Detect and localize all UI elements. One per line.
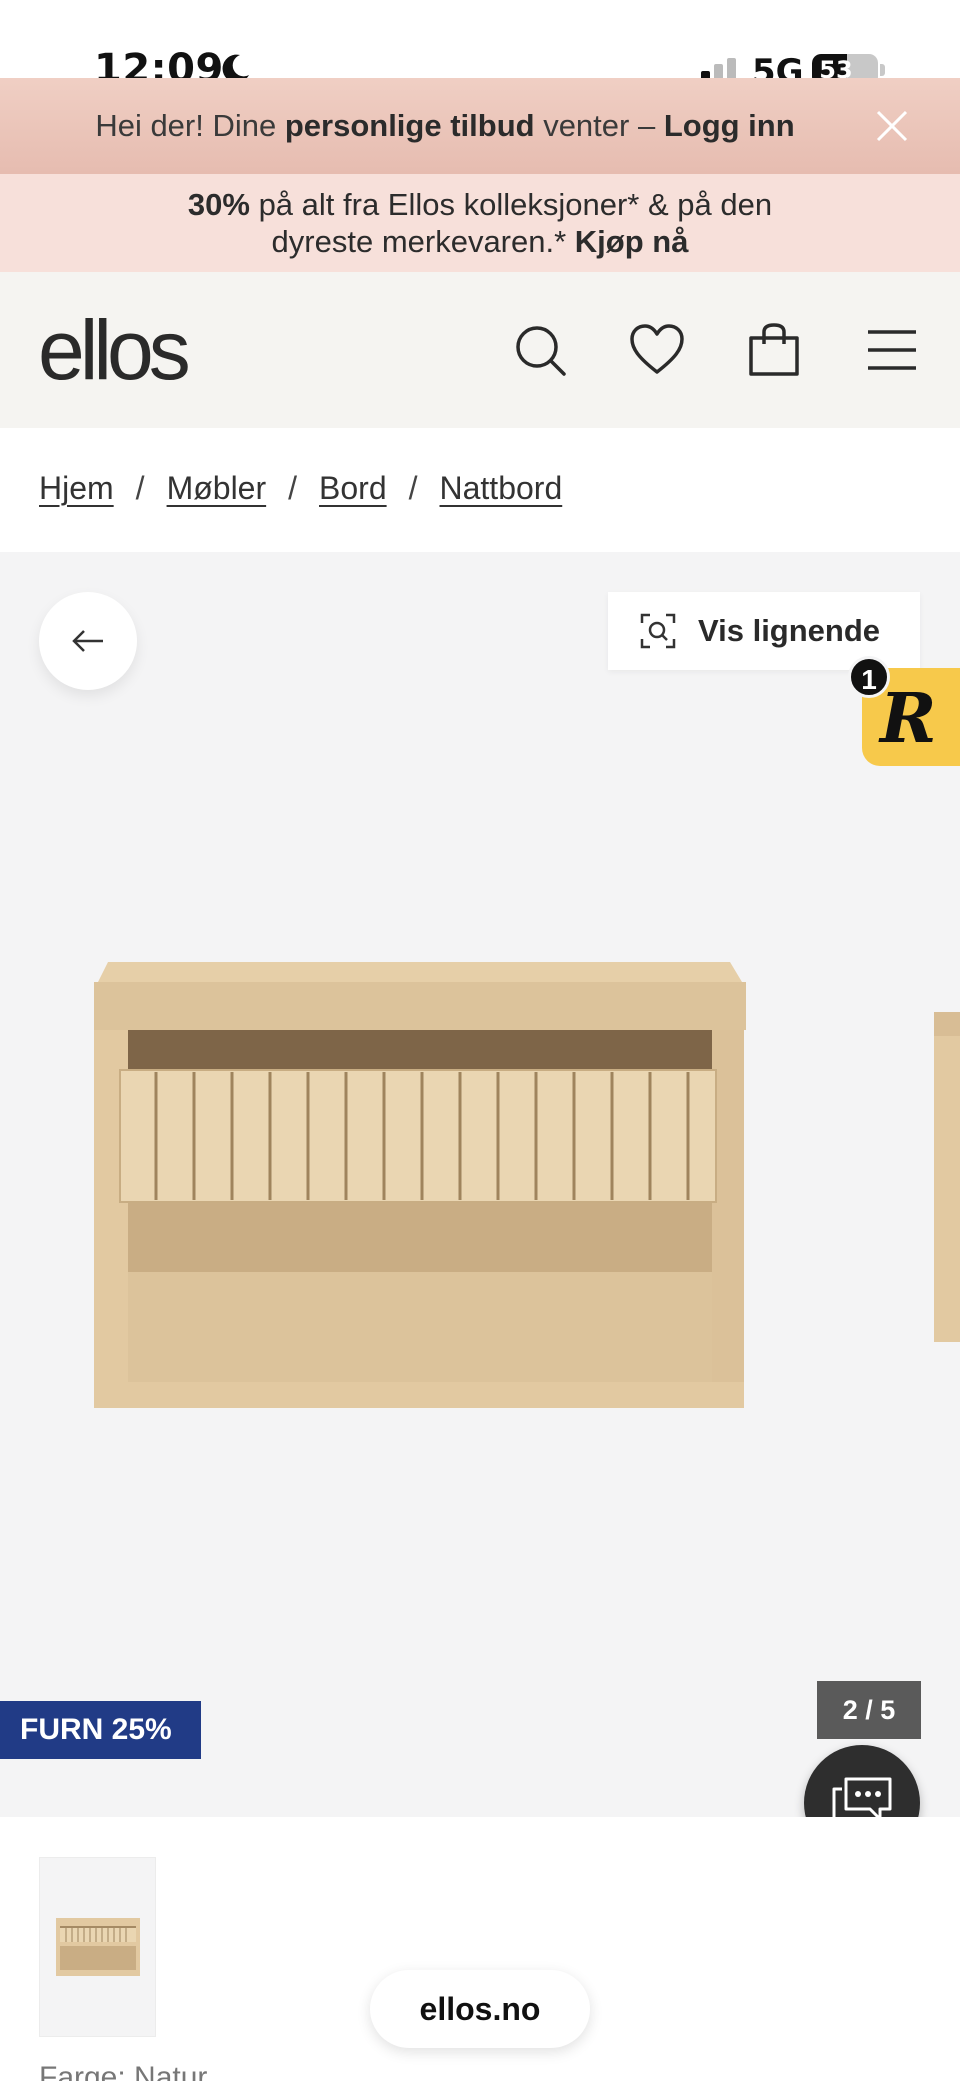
discount-tag: FURN 25% (0, 1701, 201, 1759)
login-banner: Hei der! Dine personlige tilbud venter –… (0, 78, 960, 174)
bag-icon[interactable] (746, 322, 802, 378)
breadcrumb-furniture[interactable]: Møbler (167, 470, 267, 507)
personal-offers-text: personlige tilbud (284, 108, 535, 143)
breadcrumb-home[interactable]: Hjem (39, 470, 114, 507)
breadcrumb-nightstands[interactable]: Nattbord (440, 470, 563, 507)
login-banner-prefix: Hei der! Dine (95, 108, 285, 143)
breadcrumb-separator: / (408, 470, 418, 506)
promo-description: på alt fra Ellos kolleksjoner* & på den … (249, 187, 773, 259)
status-bar: 12:09 5G 53 (0, 0, 960, 92)
color-label: Farge: Natur (39, 2061, 208, 2081)
search-icon[interactable] (512, 322, 568, 378)
product-image[interactable] (90, 962, 750, 1412)
next-product-image-peek[interactable] (934, 1012, 960, 1342)
svg-text:R: R (878, 679, 937, 759)
login-banner-middle: venter – (534, 108, 664, 143)
show-similar-label: Vis lignende (698, 613, 881, 648)
breadcrumb-tables[interactable]: Bord (319, 470, 387, 507)
battery-cap (880, 64, 885, 76)
login-link[interactable]: Logg inn (664, 108, 795, 143)
heart-icon[interactable] (629, 322, 685, 378)
product-details: Farge: Natur ellos.no (0, 1817, 960, 2081)
close-icon[interactable] (874, 108, 910, 144)
visual-search-icon (640, 613, 676, 649)
menu-icon[interactable] (864, 322, 920, 378)
site-header: ellos (0, 272, 960, 428)
rewards-count-badge: 1 (848, 656, 890, 698)
promo-percent: 30% (187, 187, 250, 222)
product-thumbnail[interactable] (39, 1857, 156, 2037)
login-banner-text: Hei der! Dine personlige tilbud venter –… (0, 78, 890, 174)
breadcrumb-separator: / (135, 470, 145, 506)
breadcrumb: Hjem / Møbler / Bord / Nattbord (0, 428, 960, 552)
back-button[interactable] (39, 592, 137, 690)
promo-text: 30% på alt fra Ellos kolleksjoner* & på … (150, 186, 810, 260)
thumbnail-image (56, 1918, 140, 1976)
product-gallery[interactable]: Vis lignende R 1 FURN 25% 2 / 5 (0, 552, 960, 1817)
shop-now-link[interactable]: Kjøp nå (575, 224, 689, 259)
arrow-left-icon (72, 630, 103, 652)
promo-banner[interactable]: 30% på alt fra Ellos kolleksjoner* & på … (0, 174, 960, 272)
breadcrumb-separator: / (288, 470, 298, 506)
browser-url-pill[interactable]: ellos.no (370, 1970, 590, 2048)
ellos-logo[interactable]: ellos (38, 302, 191, 399)
image-pager: 2 / 5 (817, 1681, 921, 1739)
